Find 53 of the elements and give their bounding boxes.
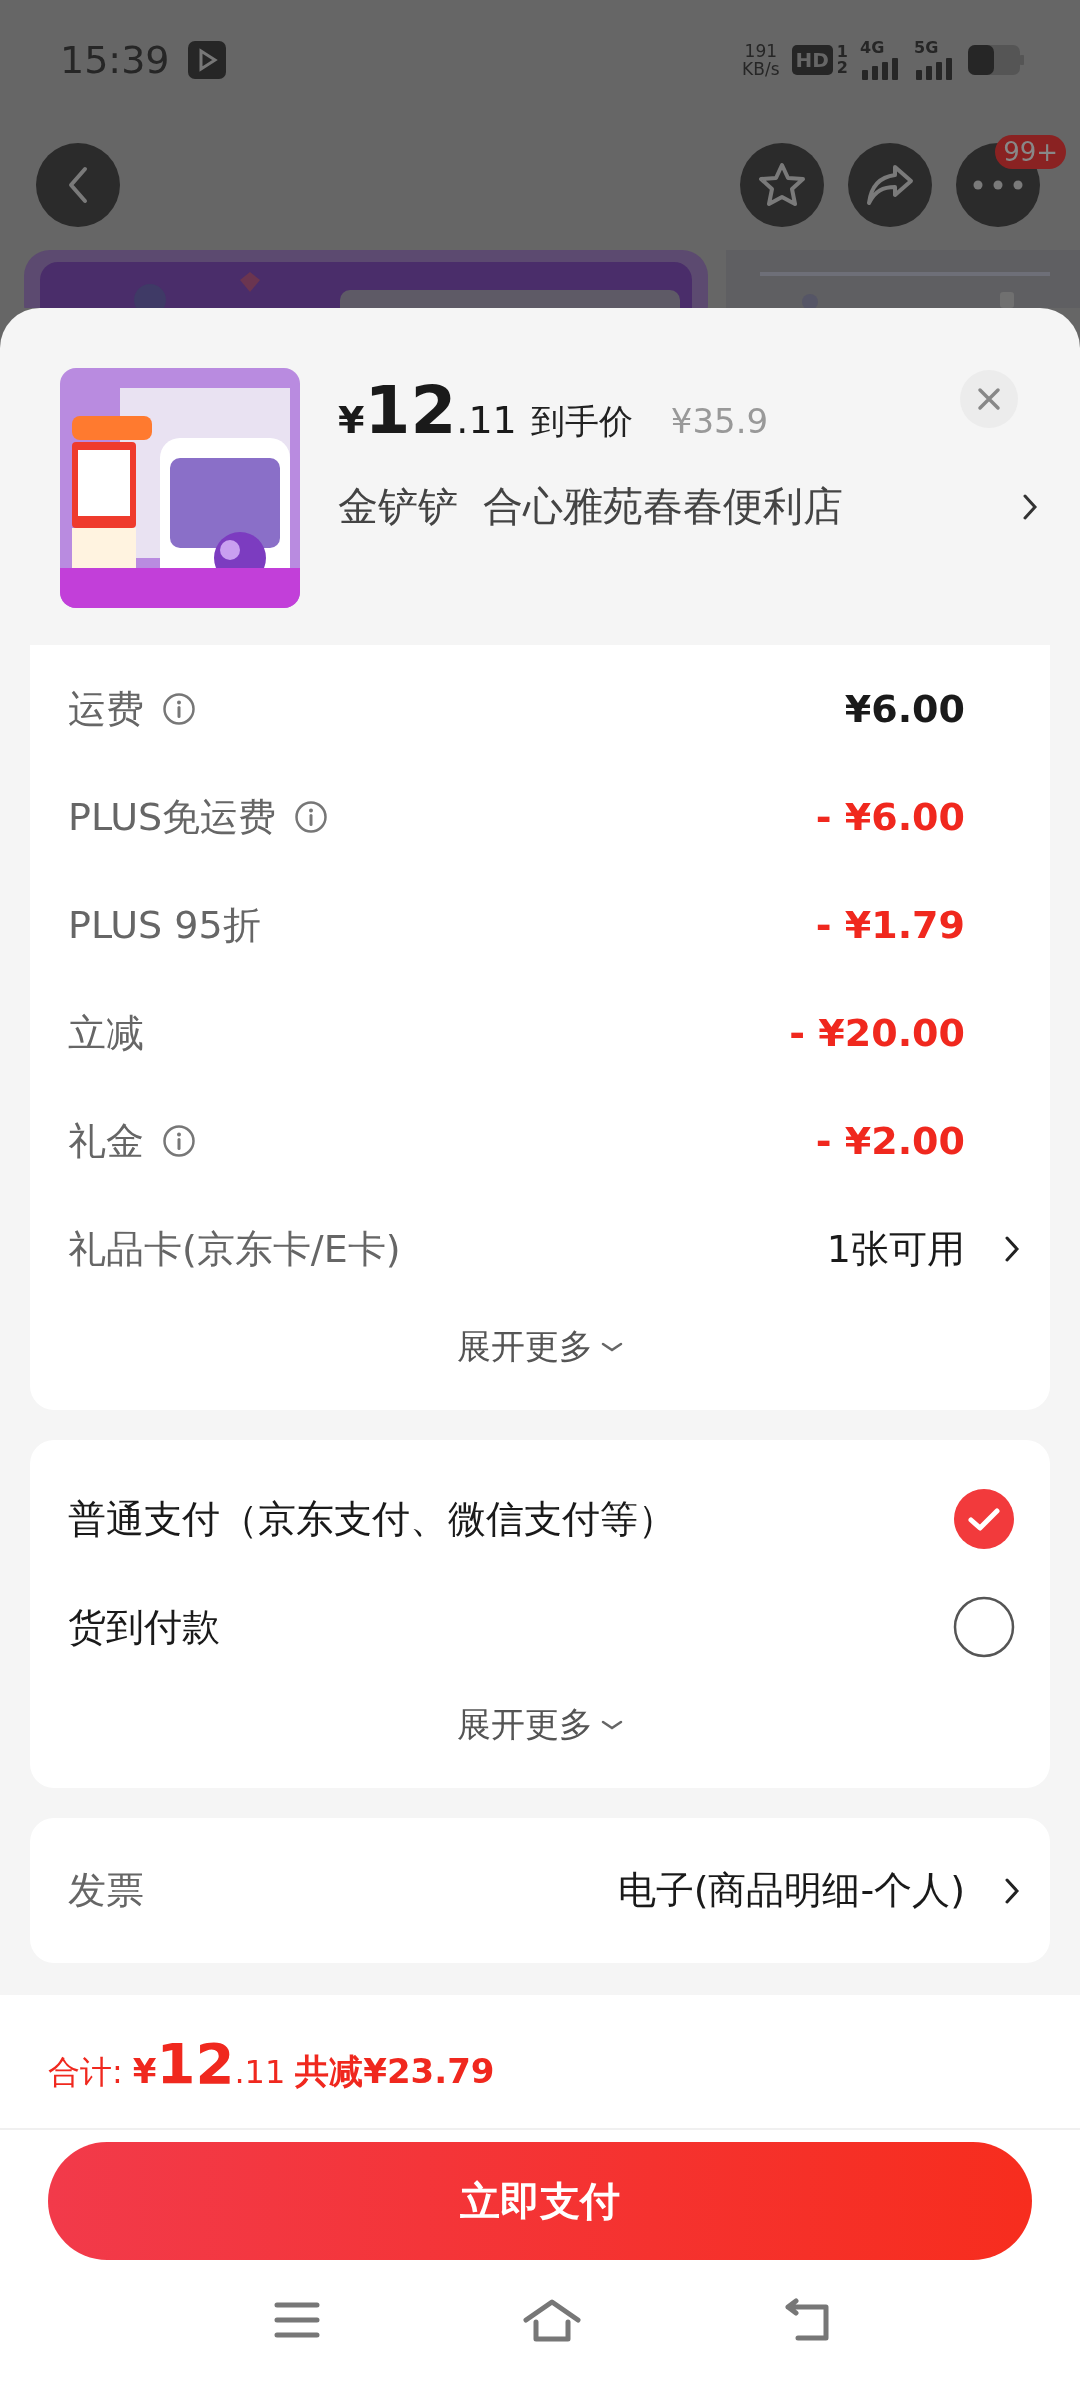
fee-amount: - ¥2.00 <box>815 1119 965 1163</box>
invoice-card[interactable]: 发票 电子(商品明细-个人) <box>30 1818 1050 1963</box>
fee-label: 运费 <box>68 685 144 733</box>
payment-option[interactable]: 货到付款 <box>68 1601 220 1653</box>
notification-badge: 99+ <box>995 135 1066 169</box>
close-icon <box>977 387 1001 411</box>
home-icon[interactable] <box>522 2298 582 2342</box>
pay-now-button[interactable]: 立即支付 <box>48 2142 1032 2260</box>
shop-name: 金铲铲 合心雅苑春春便利店 <box>338 482 844 531</box>
info-icon[interactable] <box>294 800 329 834</box>
invoice-value: 电子(商品明细-个人) <box>617 1867 965 1914</box>
sim-indicator: 1 2 <box>836 44 848 76</box>
fee-label: 礼品卡(京东卡/E卡) <box>68 1225 401 1273</box>
chevron-right-icon <box>1004 1876 1020 1905</box>
chevron-right-icon <box>1022 492 1038 521</box>
status-time: 15:39 <box>60 38 170 82</box>
info-icon[interactable] <box>162 1124 196 1158</box>
menu-icon[interactable] <box>274 2301 320 2339</box>
expand-more-button[interactable]: 展开更多 <box>447 1303 633 1390</box>
radio-button[interactable] <box>953 1596 1015 1658</box>
video-app-icon <box>187 41 226 79</box>
network-speed: 191 KB/s <box>742 42 780 78</box>
network-label: 5G <box>914 40 939 56</box>
invoice-label: 发票 <box>68 1867 144 1914</box>
fee-label: PLUS 95折 <box>68 901 261 949</box>
price-label: 到手价 <box>530 400 633 443</box>
network-label: 4G <box>860 40 885 56</box>
fee-amount: - ¥6.00 <box>815 795 965 839</box>
hd-indicator: HD <box>791 45 833 75</box>
fee-amount: ¥6.00 <box>844 687 965 731</box>
gift-card-link[interactable]: 1张可用 <box>826 1223 965 1275</box>
fee-amount: - ¥20.00 <box>789 1011 965 1055</box>
battery-icon <box>968 45 1024 75</box>
chevron-right-icon <box>1004 1235 1020 1263</box>
chevron-down-icon <box>601 1718 623 1731</box>
total-discount: 共减¥23.79 <box>295 2050 495 2093</box>
share-icon <box>865 163 915 207</box>
back-icon[interactable] <box>784 2298 832 2342</box>
total-price: ¥12.11 <box>132 2031 286 2096</box>
fee-label: 立减 <box>68 1009 144 1057</box>
chevron-down-icon <box>601 1340 623 1353</box>
star-icon <box>757 161 807 209</box>
expand-more-button[interactable]: 展开更多 <box>447 1681 633 1768</box>
total-label: 合计: <box>48 2052 123 2093</box>
payment-option[interactable]: 普通支付（京东支付、微信支付等） <box>68 1493 676 1545</box>
more-icon <box>973 180 1023 190</box>
fee-amount: - ¥1.79 <box>815 903 965 947</box>
checked-radio[interactable] <box>953 1488 1015 1550</box>
price: ¥12.11 <box>338 372 517 449</box>
info-icon[interactable] <box>162 692 196 726</box>
fee-label: 礼金 <box>68 1117 144 1165</box>
fee-label: PLUS免运费 <box>68 793 277 841</box>
original-price: ¥35.9 <box>670 401 769 441</box>
